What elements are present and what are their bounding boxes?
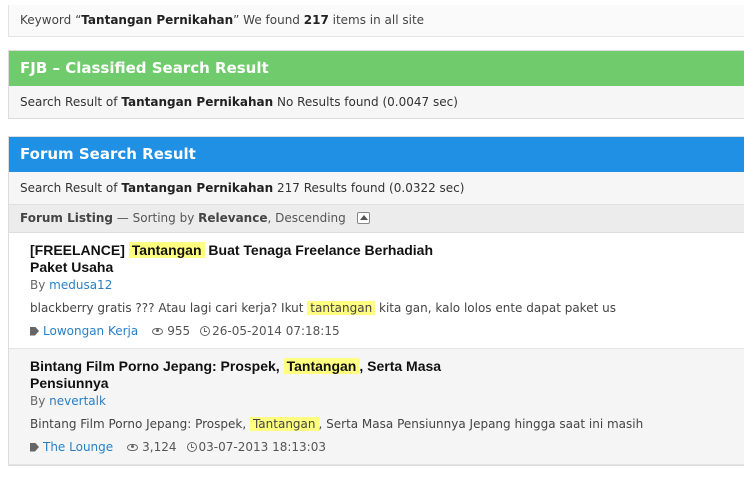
- snippet-highlight: Tantangan: [249, 417, 319, 431]
- forum-summary-suffix: 217 Results found (0.0322 sec): [273, 181, 465, 195]
- fjb-summary-prefix: Search Result of: [20, 95, 122, 109]
- forum-section-title: Forum Search Result: [9, 137, 744, 172]
- result-views: 3,124: [142, 440, 177, 454]
- result-date: 26-05-2014 07:18:15: [212, 324, 340, 338]
- snippet-after: , Serta Masa Pensiunnya Jepang hingga sa…: [318, 417, 644, 431]
- eye-icon: [127, 443, 139, 451]
- snippet-after: kita gan, kalo lolos ente dapat paket us: [375, 301, 616, 315]
- result-byline: By nevertalk: [30, 394, 727, 408]
- chevron-up-icon[interactable]: [356, 211, 370, 224]
- result-title-highlight: Tantangan: [283, 358, 360, 374]
- forum-section: Forum Search Result Search Result of Tan…: [8, 136, 744, 466]
- tag-icon: [30, 326, 39, 336]
- result-by-label: By: [30, 394, 50, 408]
- result-snippet: blackberry gratis ??? Atau lagi cari ker…: [30, 301, 727, 315]
- fjb-section: FJB – Classified Search Result Search Re…: [8, 50, 744, 119]
- fjb-section-title: FJB – Classified Search Result: [9, 51, 744, 86]
- snippet-before: blackberry gratis ??? Atau lagi cari ker…: [30, 301, 308, 315]
- fjb-summary-suffix: No Results found (0.0047 sec): [273, 95, 458, 109]
- keyword-prefix: Keyword “: [20, 13, 82, 27]
- keyword-count: 217: [303, 13, 329, 27]
- result-title-before: [FREELANCE]: [30, 242, 129, 258]
- fjb-summary-keyword: Tantangan Pernikahan: [121, 95, 274, 109]
- keyword-middle: ” We found: [233, 13, 304, 27]
- keyword-summary-bar: Keyword “Tantangan Pernikahan” We found …: [8, 5, 744, 37]
- result-meta: Lowongan Kerja 955 26-05-2014 07:18:15: [30, 324, 727, 338]
- list-item: Bintang Film Porno Jepang: Prospek, Tant…: [9, 349, 744, 465]
- result-author-link[interactable]: medusa12: [49, 278, 112, 292]
- forum-summary-prefix: Search Result of: [20, 181, 122, 195]
- clock-icon: [200, 326, 211, 336]
- forum-summary: Search Result of Tantangan Pernikahan 21…: [9, 172, 744, 205]
- result-date: 03-07-2013 18:13:03: [198, 440, 326, 454]
- sort-middle: — Sorting by: [112, 211, 199, 225]
- sort-order: , Descending: [267, 211, 346, 225]
- snippet-highlight: tantangan: [307, 301, 376, 315]
- result-title-link[interactable]: [FREELANCE] Tantangan Buat Tenaga Freela…: [30, 242, 470, 276]
- result-views: 955: [167, 324, 191, 338]
- forum-summary-keyword: Tantangan Pernikahan: [121, 181, 274, 195]
- forum-listing-label: Forum Listing: [20, 211, 113, 225]
- result-author-link[interactable]: nevertalk: [49, 394, 106, 408]
- tag-icon: [30, 442, 39, 452]
- result-byline: By medusa12: [30, 278, 727, 292]
- result-title-highlight: Tantangan: [128, 242, 205, 258]
- snippet-before: Bintang Film Porno Jepang: Prospek,: [30, 417, 250, 431]
- result-title-link[interactable]: Bintang Film Porno Jepang: Prospek, Tant…: [30, 358, 470, 392]
- result-category-link[interactable]: The Lounge: [43, 440, 113, 454]
- list-item: [FREELANCE] Tantangan Buat Tenaga Freela…: [9, 233, 744, 349]
- keyword-suffix: items in all site: [328, 13, 425, 27]
- clock-icon: [186, 442, 197, 452]
- eye-icon: [152, 327, 164, 335]
- result-category-link[interactable]: Lowongan Kerja: [43, 324, 138, 338]
- result-snippet: Bintang Film Porno Jepang: Prospek, Tant…: [30, 417, 727, 431]
- result-title-before: Bintang Film Porno Jepang: Prospek,: [30, 358, 284, 374]
- fjb-summary: Search Result of Tantangan Pernikahan No…: [9, 86, 744, 118]
- result-by-label: By: [30, 278, 50, 292]
- keyword-term: Tantangan Pernikahan: [81, 13, 234, 27]
- result-meta: The Lounge 3,124 03-07-2013 18:13:03: [30, 440, 727, 454]
- sort-field: Relevance: [198, 211, 268, 225]
- forum-sort-bar: Forum Listing — Sorting by Relevance, De…: [9, 205, 744, 233]
